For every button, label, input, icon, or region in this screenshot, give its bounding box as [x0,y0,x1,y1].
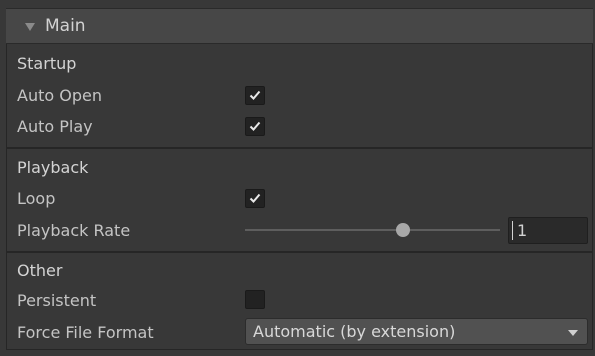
checkmark-icon [249,90,261,100]
section-label-other: Other [17,261,63,280]
playback-rate-value: 1 [517,221,528,240]
auto-play-label: Auto Play [17,117,93,136]
force-file-format-dropdown[interactable]: Automatic (by extension) [245,318,588,345]
auto-open-label: Auto Open [17,86,102,105]
loop-checkbox[interactable] [245,189,265,208]
section-label-startup: Startup [17,54,77,73]
main-foldout-header[interactable]: Main [6,8,593,44]
section-divider [7,251,593,253]
dropdown-arrow-icon [568,330,578,336]
inspector-panel: Main Startup Auto Open Auto Play Playbac… [0,0,595,356]
playback-rate-slider-track[interactable] [245,229,500,231]
dropdown-selected-value: Automatic (by extension) [253,322,456,341]
section-label-playback: Playback [17,158,89,177]
playback-rate-label: Playback Rate [17,221,131,240]
persistent-checkbox[interactable] [245,290,265,309]
text-caret [512,221,513,240]
auto-play-checkbox[interactable] [245,117,265,136]
playback-rate-input[interactable]: 1 [508,217,588,244]
playback-rate-slider-thumb[interactable] [396,223,410,237]
checkmark-icon [249,121,261,131]
foldout-title: Main [45,16,86,36]
auto-open-checkbox[interactable] [245,86,265,105]
persistent-label: Persistent [17,291,97,310]
checkmark-icon [249,193,261,203]
foldout-expanded-icon[interactable] [25,23,35,31]
section-divider [7,147,593,149]
loop-label: Loop [17,189,56,208]
force-file-format-label: Force File Format [17,323,154,342]
